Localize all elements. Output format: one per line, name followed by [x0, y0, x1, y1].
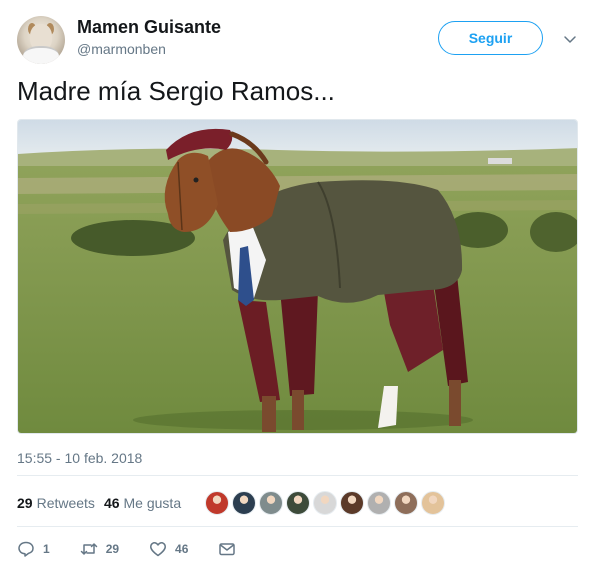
liker-avatar[interactable] — [259, 491, 283, 515]
likers-avatars — [205, 491, 448, 515]
liker-avatar[interactable] — [394, 491, 418, 515]
retweet-button[interactable]: 29 — [80, 540, 119, 558]
envelope-icon — [219, 543, 236, 556]
reply-count: 1 — [43, 542, 50, 556]
retweet-icon — [80, 543, 97, 555]
tweet-actions: 1 29 46 — [17, 538, 274, 560]
likes-count[interactable]: 46 — [104, 495, 120, 511]
liker-avatar[interactable] — [313, 491, 337, 515]
retweet-count: 29 — [105, 542, 120, 556]
retweets-label[interactable]: Retweets — [37, 495, 95, 511]
liker-avatar[interactable] — [232, 491, 256, 515]
display-name[interactable]: Mamen Guisante — [77, 17, 221, 38]
like-count: 46 — [175, 542, 189, 556]
direct-message-button[interactable] — [218, 540, 244, 558]
heart-icon — [150, 542, 166, 557]
screen-name[interactable]: @marmonben — [77, 41, 166, 57]
retweets-count[interactable]: 29 — [17, 495, 33, 511]
avatar[interactable] — [17, 16, 65, 64]
divider — [17, 475, 578, 476]
tweet-photo[interactable] — [17, 119, 578, 434]
liker-avatar[interactable] — [367, 491, 391, 515]
liker-avatar[interactable] — [205, 491, 229, 515]
chevron-down-icon[interactable] — [562, 31, 578, 47]
likes-label[interactable]: Me gusta — [124, 495, 182, 511]
liker-avatar[interactable] — [421, 491, 445, 515]
like-button[interactable]: 46 — [149, 540, 188, 558]
liker-avatar[interactable] — [340, 491, 364, 515]
divider — [17, 526, 578, 527]
engagement-stats: 29 Retweets 46 Me gusta — [17, 490, 181, 516]
tweet-header: Mamen Guisante @marmonben Seguir — [17, 13, 582, 65]
tweet-timestamp[interactable]: 15:55 - 10 feb. 2018 — [17, 450, 142, 466]
liker-avatar[interactable] — [286, 491, 310, 515]
follow-button[interactable]: Seguir — [438, 21, 543, 55]
tweet-text: Madre mía Sergio Ramos... — [17, 76, 335, 106]
reply-button[interactable]: 1 — [17, 540, 50, 558]
reply-icon — [18, 541, 34, 557]
